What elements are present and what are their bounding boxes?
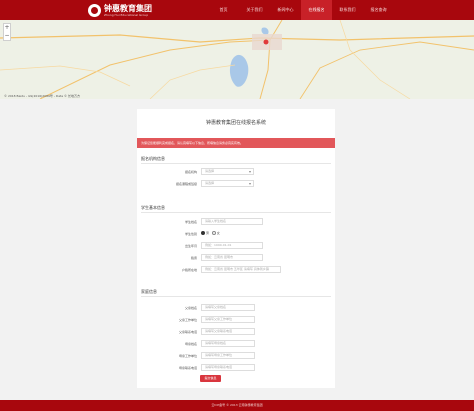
mother-phone-input[interactable]: 请填写母亲联系电话 xyxy=(201,364,255,371)
nav-news[interactable]: 新闻中心 xyxy=(270,0,301,20)
site-header: 钟惠教育集团 Zhong Hui Educational Group 首页 关于… xyxy=(0,0,474,20)
nav-query[interactable]: 报名查询 xyxy=(363,0,394,20)
gender-female-radio[interactable] xyxy=(211,231,216,235)
gender-label: 学生性别 xyxy=(184,232,197,236)
mother-phone-label: 母亲联系电话 xyxy=(178,366,197,370)
mother-name-label: 母亲姓名 xyxy=(184,342,197,346)
nav-contact[interactable]: 联系我们 xyxy=(332,0,363,20)
zoom-in-button[interactable]: + xyxy=(4,24,10,32)
gender-radio-group: 男 女 xyxy=(201,231,220,235)
divider xyxy=(141,212,331,213)
section-org-info: 报名机构信息 xyxy=(141,156,165,161)
section-student-info: 学生基本信息 xyxy=(141,205,165,210)
location-marker-icon xyxy=(263,39,269,45)
divider xyxy=(141,163,331,164)
birth-label: 出生年月 xyxy=(184,244,197,248)
ethnic-label: 籍贯 xyxy=(190,256,197,260)
mother-work-input[interactable]: 请填写母亲工作单位 xyxy=(201,352,255,359)
student-name-input[interactable]: 请输入学生姓名 xyxy=(201,218,263,225)
birth-date-input[interactable]: 例如：1990-01-01 xyxy=(201,242,263,249)
nav-home[interactable]: 首页 xyxy=(208,0,239,20)
father-phone-label: 父亲联系电话 xyxy=(178,330,197,334)
logo-title: 钟惠教育集团 xyxy=(104,3,152,13)
signup-form-panel: 钟惠教育集团在线报名系统 为保证您能顺利完成报名，请认真填写以下信息，所填信息请… xyxy=(137,109,335,388)
submit-button[interactable]: 提交信息 xyxy=(200,375,221,382)
org-label: 报名机构 xyxy=(184,170,197,174)
father-work-label: 父亲工作单位 xyxy=(178,318,197,322)
form-notice: 为保证您能顺利完成报名，请认真填写以下信息，所填信息请务必真实有效。 xyxy=(137,138,335,148)
father-name-label: 父亲姓名 xyxy=(184,306,197,310)
household-label: 户籍所在地 xyxy=(181,268,197,272)
zoom-out-button[interactable]: − xyxy=(4,32,10,40)
native-place-input[interactable]: 例如：云南省 昆明市 xyxy=(201,254,263,261)
section-family-info: 家庭信息 xyxy=(141,289,157,294)
father-work-input[interactable]: 请填写父亲工作单位 xyxy=(201,316,255,323)
site-logo[interactable]: 钟惠教育集团 Zhong Hui Educational Group xyxy=(88,2,152,18)
father-name-input[interactable]: 请填写父亲姓名 xyxy=(201,304,255,311)
map-zoom-control: + − xyxy=(3,23,11,41)
site-footer: 云ICP备号 © 2013 云南钟惠教育集团 xyxy=(0,400,474,411)
main-nav: 首页 关于我们 新闻中心 在线报名 联系我们 报名查询 xyxy=(208,0,394,20)
name-label: 学生姓名 xyxy=(184,220,197,224)
logo-subtitle: Zhong Hui Educational Group xyxy=(104,12,149,17)
nav-about[interactable]: 关于我们 xyxy=(239,0,270,20)
location-map[interactable]: + − © 2018 Baidu - GS(2016)2089号 - Data … xyxy=(0,20,474,99)
form-title: 钟惠教育集团在线报名系统 xyxy=(205,120,266,126)
divider xyxy=(141,296,331,297)
mother-work-label: 母亲工作单位 xyxy=(178,354,197,358)
logo-emblem-icon xyxy=(88,3,101,17)
course-select[interactable]: 请选择 xyxy=(201,180,254,187)
map-copyright: © 2018 Baidu - GS(2016)2089号 - Data © 长地… xyxy=(4,94,80,98)
father-phone-input[interactable]: 请填写父亲联系电话 xyxy=(201,328,255,335)
map-canvas xyxy=(0,20,474,99)
nav-online-signup[interactable]: 在线报名 xyxy=(301,0,332,20)
org-select[interactable]: 请选择 xyxy=(201,168,254,175)
mother-name-input[interactable]: 请填写母亲姓名 xyxy=(201,340,255,347)
course-label: 报名课程或班级 xyxy=(175,182,197,186)
gender-male-radio[interactable] xyxy=(201,231,205,235)
household-input[interactable]: 例如：云南省 昆明市 五华区 请填写 具体到乡镇 xyxy=(201,266,281,273)
